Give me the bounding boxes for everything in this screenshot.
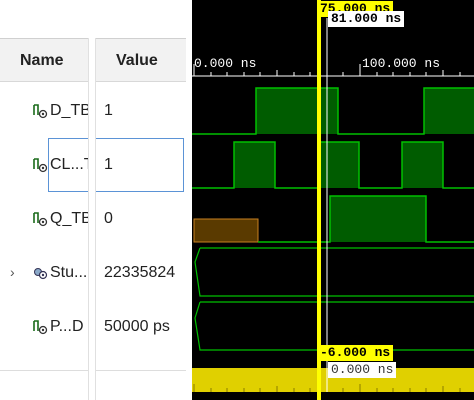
signal-name: D_TB <box>50 102 91 119</box>
struct-icon <box>33 264 48 282</box>
selected-cell-outline <box>48 138 184 192</box>
column-header-name[interactable]: Name <box>20 52 64 70</box>
primary-cursor-line[interactable] <box>317 0 321 400</box>
signal-value: 1 <box>104 102 113 119</box>
wave-struct-bus[interactable] <box>194 247 474 297</box>
wave-clk-tb[interactable] <box>192 141 474 189</box>
signal-name: P...D <box>50 318 84 335</box>
wave-d-tb[interactable] <box>192 87 474 135</box>
signal-value: 50000 ps <box>104 318 170 335</box>
wave-q-tb[interactable] <box>193 195 474 243</box>
bottom-time-label: 0.000 ns <box>328 362 397 378</box>
signal-icon <box>33 102 48 120</box>
column-resize-handle[interactable] <box>88 38 96 400</box>
cursor-delta-label: -6.000 ns <box>317 345 394 361</box>
secondary-cursor-label[interactable]: 81.000 ns <box>328 11 405 27</box>
signal-icon <box>33 318 48 336</box>
signal-value: 22335824 <box>104 264 176 281</box>
signal-value: 0 <box>104 210 113 227</box>
signal-name: Stu... <box>50 264 88 281</box>
column-header-value[interactable]: Value <box>116 52 158 70</box>
ruler-tick-label: 0.000 ns <box>194 56 257 71</box>
wave-period-bus[interactable] <box>194 301 474 351</box>
waveform-pane[interactable]: 0.000 ns 100.000 ns 75.000 ns 81.000 ns … <box>192 0 474 400</box>
expand-chevron-icon[interactable]: › <box>10 264 15 280</box>
signal-icon <box>33 156 48 174</box>
signal-icon <box>33 210 48 228</box>
waveform-viewer: Name Value D_TB 1 CL...T 1 Q_TB 0 › Stu.… <box>0 0 474 400</box>
signal-name: Q_TB <box>50 210 92 227</box>
ruler-tick-label: 100.000 ns <box>362 56 441 71</box>
